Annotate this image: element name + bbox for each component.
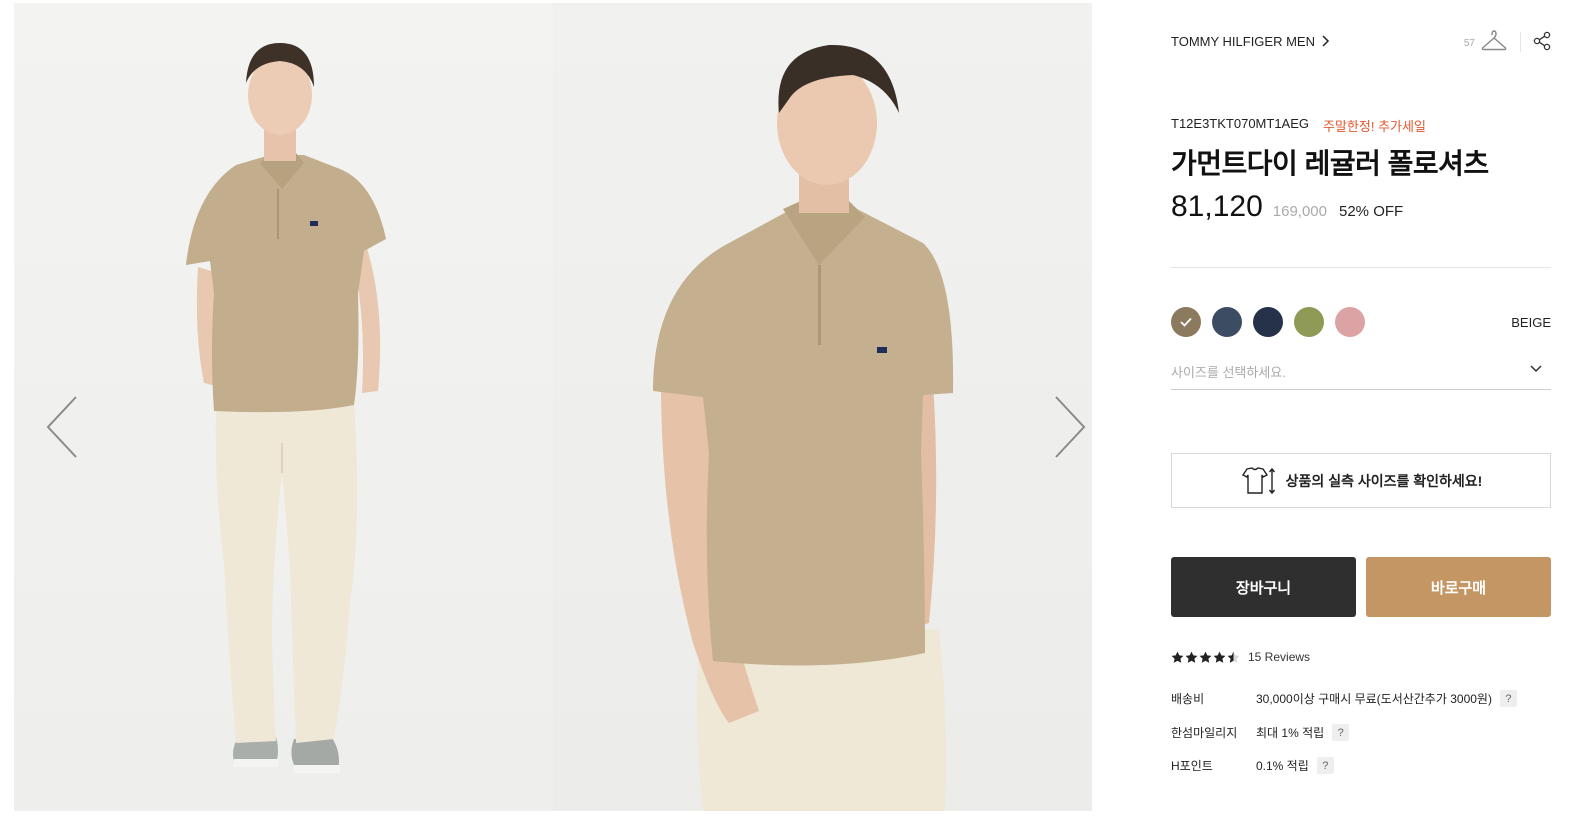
brand-row: TOMMY HILFIGER MEN 57: [1171, 30, 1551, 52]
selected-color-name: BEIGE: [1511, 315, 1551, 330]
buy-now-button[interactable]: 바로구매: [1366, 557, 1551, 617]
color-swatch-olive[interactable]: [1294, 307, 1324, 337]
tshirt-measure-icon: [1241, 466, 1275, 494]
brand-name: TOMMY HILFIGER MEN: [1171, 33, 1315, 49]
product-image-half-body[interactable]: [553, 3, 1092, 811]
help-button[interactable]: ?: [1316, 757, 1334, 774]
check-icon: [1180, 317, 1192, 327]
mileage-row: 한섬마일리지 최대 1% 적립 ?: [1171, 724, 1350, 741]
star-icon: [1185, 651, 1198, 663]
size-placeholder: 사이즈를 선택하세요.: [1171, 365, 1286, 380]
chevron-right-icon: [1322, 35, 1330, 47]
star-icon: [1171, 651, 1184, 663]
price-row: 81,120 169,000 52% OFF: [1171, 190, 1403, 224]
size-guide-button[interactable]: 상품의 실측 사이즈를 확인하세요!: [1171, 453, 1551, 508]
star-rating: [1171, 651, 1240, 664]
product-gallery: [14, 3, 1092, 811]
brand-link[interactable]: TOMMY HILFIGER MEN: [1171, 34, 1331, 49]
like-count: 57: [1463, 38, 1475, 49]
color-swatch-pink[interactable]: [1335, 307, 1365, 337]
shipping-label: 배송비: [1171, 692, 1205, 706]
sale-price: 81,120: [1171, 190, 1263, 223]
hanger-icon: [1481, 30, 1507, 51]
add-to-cart-button[interactable]: 장바구니: [1171, 557, 1356, 617]
reviews-summary[interactable]: 15 Reviews: [1171, 650, 1310, 664]
hpoint-label: H포인트: [1171, 759, 1213, 773]
size-guide-label: 상품의 실측 사이즈를 확인하세요!: [1285, 472, 1483, 489]
discount-rate: 52% OFF: [1339, 203, 1404, 220]
chevron-right-icon[interactable]: [1050, 393, 1090, 463]
hpoint-row: H포인트 0.1% 적립 ?: [1171, 757, 1334, 774]
review-count: 15 Reviews: [1248, 650, 1311, 664]
product-info-panel: TOMMY HILFIGER MEN 57 T12E3TKT070MT1AEG …: [1171, 0, 1551, 831]
chevron-down-icon: [1530, 365, 1542, 373]
shipping-row: 배송비 30,000이상 구매시 무료(도서산간추가 3000원) ?: [1171, 690, 1517, 707]
star-icon: [1227, 651, 1240, 663]
size-select[interactable]: 사이즈를 선택하세요.: [1171, 356, 1551, 390]
mileage-label: 한섬마일리지: [1171, 726, 1238, 740]
product-image-full-body[interactable]: [14, 3, 553, 811]
star-icon: [1199, 651, 1212, 663]
color-swatch-blue-grey[interactable]: [1212, 307, 1242, 337]
chevron-left-icon[interactable]: [44, 393, 84, 463]
share-icon[interactable]: [1533, 31, 1551, 51]
original-price: 169,000: [1272, 203, 1327, 220]
promo-badge: 주말한정! 추가세일: [1323, 119, 1426, 134]
color-swatch-beige[interactable]: [1171, 307, 1201, 337]
help-button[interactable]: ?: [1332, 724, 1350, 741]
product-code: T12E3TKT070MT1AEG: [1171, 116, 1309, 131]
help-button[interactable]: ?: [1499, 690, 1517, 707]
color-swatches: [1171, 307, 1365, 337]
color-swatch-navy[interactable]: [1253, 307, 1283, 337]
section-divider: [1171, 267, 1551, 268]
header-divider: [1520, 32, 1521, 52]
shipping-value: 30,000이상 구매시 무료(도서산간추가 3000원): [1256, 692, 1492, 706]
product-code-row: T12E3TKT070MT1AEG 주말한정! 추가세일: [1171, 116, 1426, 135]
mileage-value: 최대 1% 적립: [1256, 726, 1325, 740]
hpoint-value: 0.1% 적립: [1256, 759, 1309, 773]
wishlist-button[interactable]: 57: [1464, 30, 1507, 52]
star-icon: [1213, 651, 1226, 663]
product-title: 가먼트다이 레귤러 폴로셔츠: [1171, 148, 1489, 179]
